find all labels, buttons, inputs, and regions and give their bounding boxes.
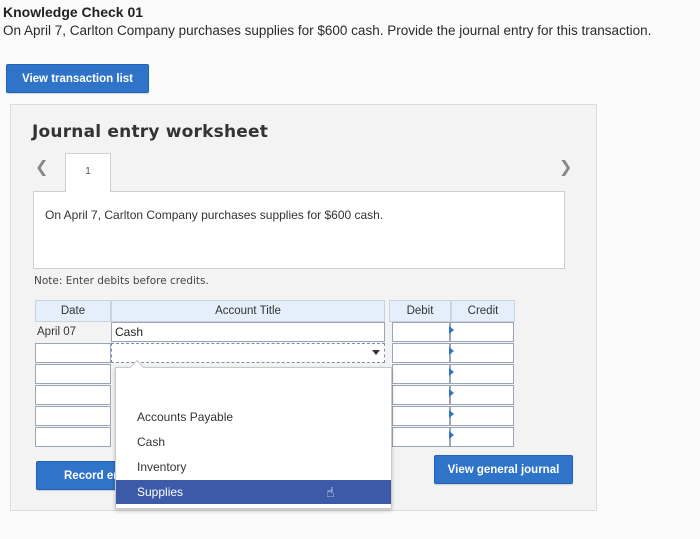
view-general-journal-button[interactable]: View general journal (434, 455, 573, 484)
row-4-credit-field[interactable] (450, 385, 514, 405)
credit-indent-marker-icon (449, 347, 454, 355)
worksheet-title: Journal entry worksheet (32, 122, 269, 142)
account-dropdown-list: Accounts Payable Cash Inventory Supplies… (115, 359, 392, 509)
journal-entry-worksheet: Journal entry worksheet ❮ ❯ 1 On April 7… (10, 104, 597, 511)
dropdown-option-inventory[interactable]: Inventory (116, 455, 391, 479)
credit-indent-marker-icon (449, 368, 454, 376)
column-header-debit: Debit (389, 300, 451, 322)
dropdown-option-accounts-payable[interactable]: Accounts Payable (116, 405, 391, 429)
row-5-credit-field[interactable] (450, 406, 514, 426)
row-3-date-field[interactable] (35, 364, 111, 384)
credit-indent-marker-icon (449, 431, 454, 439)
dropdown-option-supplies[interactable]: Supplies ☝ (116, 480, 391, 504)
knowledge-check-title: Knowledge Check 01 (3, 4, 144, 20)
column-header-credit: Credit (451, 300, 515, 322)
row-4-debit-field[interactable] (392, 385, 450, 405)
transaction-description: On April 7, Carlton Company purchases su… (45, 208, 384, 222)
credit-indent-marker-icon (449, 389, 454, 397)
row-5-debit-field[interactable] (392, 406, 450, 426)
entry-tab-1[interactable]: 1 (65, 153, 111, 192)
hand-cursor-icon: ☝ (326, 485, 335, 501)
row-1-account-field[interactable]: Cash (111, 322, 385, 342)
row-1-date: April 07 (37, 326, 76, 338)
row-5-date-field[interactable] (35, 406, 111, 426)
row-2-debit-field[interactable] (392, 343, 450, 363)
row-2-account-dropdown[interactable] (111, 343, 385, 363)
dropdown-option-cash[interactable]: Cash (116, 430, 391, 454)
row-2-credit-field[interactable] (450, 343, 514, 363)
column-header-account-title: Account Title (111, 300, 385, 322)
chevron-left-icon[interactable]: ❮ (35, 157, 48, 176)
dropdown-option-supplies-label: Supplies (137, 485, 184, 499)
row-2-date-field[interactable] (35, 343, 111, 363)
chevron-down-icon[interactable] (372, 350, 380, 355)
question-text: On April 7, Carlton Company purchases su… (3, 23, 652, 38)
record-entry-button[interactable]: Record er (36, 461, 118, 490)
transaction-description-box: On April 7, Carlton Company purchases su… (33, 191, 565, 269)
chevron-right-icon[interactable]: ❯ (559, 157, 572, 176)
credit-indent-marker-icon (449, 326, 454, 334)
row-3-debit-field[interactable] (392, 364, 450, 384)
column-header-date: Date (35, 300, 111, 322)
row-1-account-value: Cash (115, 325, 144, 339)
debits-note: Note: Enter debits before credits. (34, 275, 209, 287)
row-6-debit-field[interactable] (392, 427, 450, 447)
row-4-date-field[interactable] (35, 385, 111, 405)
row-3-credit-field[interactable] (450, 364, 514, 384)
view-transaction-list-button[interactable]: View transaction list (6, 64, 149, 93)
row-6-credit-field[interactable] (450, 427, 514, 447)
row-6-date-field[interactable] (35, 427, 111, 447)
credit-indent-marker-icon (449, 410, 454, 418)
row-1-credit-field[interactable] (450, 322, 514, 342)
row-1-debit-field[interactable] (392, 322, 450, 342)
